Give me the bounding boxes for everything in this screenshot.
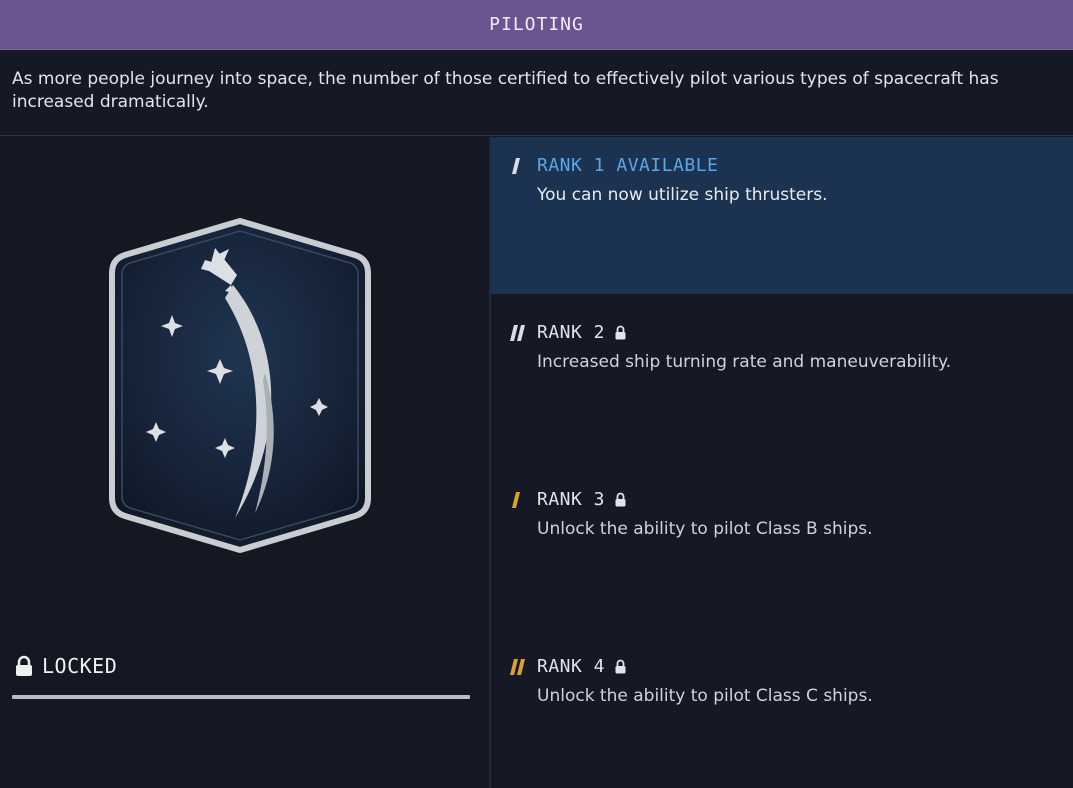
rank-1-description: You can now utilize ship thrusters. bbox=[537, 185, 828, 205]
rank-4-description: Unlock the ability to pilot Class C ship… bbox=[537, 686, 873, 706]
piloting-patch-icon bbox=[109, 218, 371, 553]
skill-header: PILOTING bbox=[0, 0, 1073, 50]
rank-3-description: Unlock the ability to pilot Class B ship… bbox=[537, 519, 873, 539]
rank-4-row[interactable]: RANK 4 Unlock the ability to pilot Class… bbox=[491, 638, 1073, 788]
skill-title: PILOTING bbox=[489, 14, 584, 35]
skill-status-label: LOCKED bbox=[42, 654, 118, 678]
rank-2-title: RANK 2 bbox=[537, 322, 606, 343]
rank-4-title: RANK 4 bbox=[537, 656, 606, 677]
lock-icon bbox=[16, 655, 32, 676]
rank-3-title: RANK 3 bbox=[537, 489, 606, 510]
lock-icon bbox=[615, 492, 626, 507]
rank-3-row[interactable]: RANK 3 Unlock the ability to pilot Class… bbox=[491, 471, 1073, 628]
rank-2-description: Increased ship turning rate and maneuver… bbox=[537, 352, 952, 372]
rank-2-row[interactable]: RANK 2 Increased ship turning rate and m… bbox=[491, 304, 1073, 461]
skill-progress-bar bbox=[12, 695, 470, 699]
rank-1-tier-icon bbox=[512, 157, 520, 174]
rank-list: RANK 1 AVAILABLE You can now utilize shi… bbox=[491, 137, 1073, 788]
skill-description: As more people journey into space, the n… bbox=[0, 50, 1073, 136]
rank-2-tier-icon bbox=[510, 324, 525, 341]
rank-4-tier-icon bbox=[510, 658, 525, 675]
lock-icon bbox=[615, 325, 626, 340]
rank-1-title: RANK 1 AVAILABLE bbox=[537, 155, 719, 176]
skill-status: LOCKED bbox=[14, 654, 117, 678]
lock-icon bbox=[615, 659, 626, 674]
rank-3-tier-icon bbox=[512, 491, 520, 508]
rank-1-row[interactable]: RANK 1 AVAILABLE You can now utilize shi… bbox=[491, 137, 1073, 294]
